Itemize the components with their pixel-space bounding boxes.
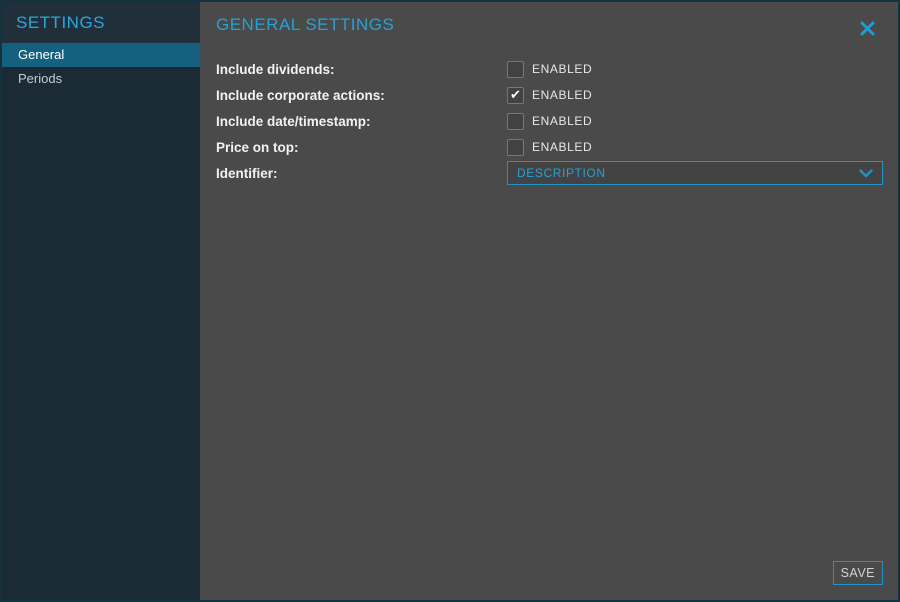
setting-control: DESCRIPTION — [507, 161, 883, 185]
checkbox-label: ENABLED — [532, 140, 592, 154]
sidebar-item-periods[interactable]: Periods — [2, 67, 200, 91]
checkbox-include-corporate-actions[interactable]: ✔ — [507, 87, 524, 104]
checkbox-label: ENABLED — [532, 88, 592, 102]
save-button[interactable]: SAVE — [833, 561, 883, 585]
main-panel: GENERAL SETTINGS Include dividends: ✔ EN… — [200, 2, 898, 600]
setting-row-price-on-top: Price on top: ✔ ENABLED — [216, 134, 883, 160]
sidebar-header: SETTINGS — [2, 2, 200, 43]
settings-dialog: SETTINGS General Periods GENERAL SETTING… — [0, 0, 900, 602]
setting-row-include-date-timestamp: Include date/timestamp: ✔ ENABLED — [216, 108, 883, 134]
close-icon — [859, 20, 876, 37]
settings-form: Include dividends: ✔ ENABLED Include cor… — [216, 56, 883, 186]
checkbox-include-dividends[interactable]: ✔ — [507, 61, 524, 78]
chevron-down-icon — [859, 169, 873, 178]
close-button[interactable] — [858, 19, 876, 37]
setting-label: Include corporate actions: — [216, 88, 507, 103]
setting-control: ✔ ENABLED — [507, 139, 883, 156]
setting-label: Price on top: — [216, 140, 507, 155]
setting-control: ✔ ENABLED — [507, 87, 883, 104]
sidebar: SETTINGS General Periods — [2, 2, 200, 600]
identifier-select[interactable]: DESCRIPTION — [507, 161, 883, 185]
identifier-select-value: DESCRIPTION — [517, 166, 606, 180]
page-title: GENERAL SETTINGS — [216, 14, 883, 36]
setting-row-identifier: Identifier: DESCRIPTION — [216, 160, 883, 186]
setting-control: ✔ ENABLED — [507, 113, 883, 130]
checkbox-label: ENABLED — [532, 62, 592, 76]
setting-row-include-corporate-actions: Include corporate actions: ✔ ENABLED — [216, 82, 883, 108]
checkbox-price-on-top[interactable]: ✔ — [507, 139, 524, 156]
sidebar-item-general[interactable]: General — [2, 43, 200, 67]
setting-control: ✔ ENABLED — [507, 61, 883, 78]
checkbox-label: ENABLED — [532, 114, 592, 128]
setting-row-include-dividends: Include dividends: ✔ ENABLED — [216, 56, 883, 82]
sidebar-title: SETTINGS — [16, 13, 105, 33]
check-icon: ✔ — [510, 88, 521, 101]
setting-label: Include dividends: — [216, 62, 507, 77]
setting-label: Include date/timestamp: — [216, 114, 507, 129]
setting-label: Identifier: — [216, 166, 507, 181]
checkbox-include-date-timestamp[interactable]: ✔ — [507, 113, 524, 130]
